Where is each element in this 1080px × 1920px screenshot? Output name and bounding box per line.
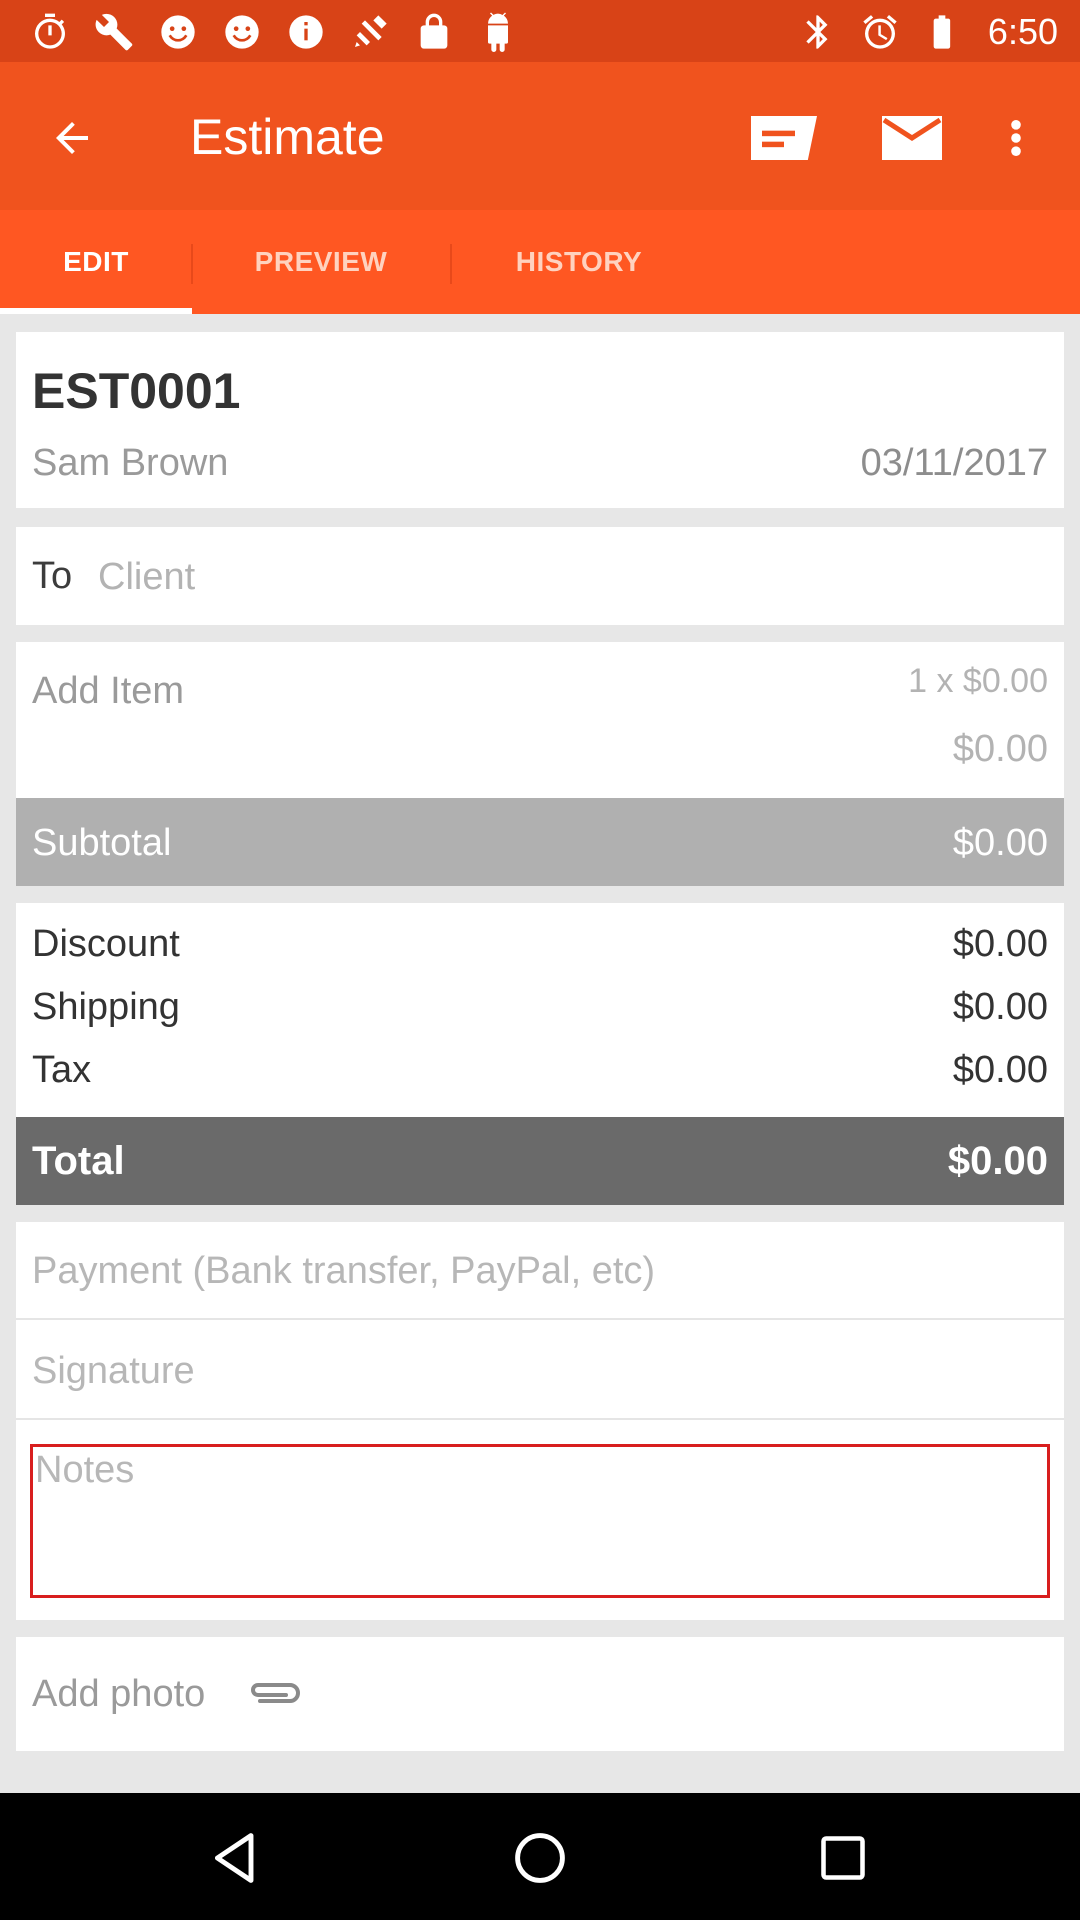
clock: 6:50 [987, 11, 1058, 52]
tax-value: $0.00 [952, 1049, 1048, 1091]
paperclip-icon [251, 1683, 300, 1703]
smiley-icon [156, 10, 200, 54]
home-nav-icon[interactable] [505, 1823, 575, 1893]
tax-row[interactable]: Tax $0.00 [16, 1049, 1064, 1109]
discount-label: Discount [32, 923, 180, 965]
mail-icon[interactable] [876, 106, 948, 170]
shipping-value: $0.00 [952, 986, 1048, 1028]
android-icon [476, 10, 520, 54]
recipient-card: To [16, 527, 1064, 625]
add-photo-row[interactable]: Add photo [16, 1637, 1064, 1751]
tab-preview[interactable]: PREVIEW [192, 210, 450, 314]
active-tab-indicator [0, 308, 192, 314]
subtotal-value: $0.00 [952, 822, 1048, 864]
add-item-row[interactable]: Add Item 1 x $0.00 $0.00 [16, 642, 1064, 798]
app-bar: Estimate [0, 62, 1080, 210]
more-vert-icon[interactable] [986, 106, 1046, 170]
back-nav-icon[interactable] [202, 1823, 272, 1893]
wrench-icon [92, 10, 136, 54]
add-photo-label: Add photo [32, 1673, 206, 1715]
shipping-row[interactable]: Shipping $0.00 [16, 986, 1064, 1046]
navigation-bar [0, 1793, 1080, 1920]
signature-placeholder: Signature [32, 1350, 195, 1392]
smiley-icon [220, 10, 264, 54]
page-title: Estimate [190, 109, 385, 165]
tab-bar: EDIT PREVIEW HISTORY [0, 210, 1080, 314]
payment-field[interactable]: Payment (Bank transfer, PayPal, etc) [16, 1222, 1064, 1320]
estimate-header-card[interactable]: EST0001 Sam Brown 03/11/2017 [16, 332, 1064, 508]
estimate-date: 03/11/2017 [860, 442, 1048, 484]
notes-box [30, 1444, 1050, 1598]
info-icon [284, 10, 328, 54]
details-card: Payment (Bank transfer, PayPal, etc) Sig… [16, 1222, 1064, 1620]
adjustments-card: Discount $0.00 Shipping $0.00 Tax $0.00 [16, 903, 1064, 1117]
lock-icon [412, 10, 456, 54]
to-label: To [32, 555, 73, 597]
add-item-label: Add Item [32, 670, 185, 712]
item-quantity-price: 1 x $0.00 [908, 662, 1048, 700]
document-icon[interactable] [748, 106, 820, 170]
status-bar: 6:50 [0, 0, 1080, 62]
total-label: Total [32, 1139, 125, 1183]
payment-placeholder: Payment (Bank transfer, PayPal, etc) [32, 1250, 656, 1292]
estimate-name: Sam Brown [32, 442, 229, 484]
discount-row[interactable]: Discount $0.00 [16, 923, 1064, 983]
signature-field[interactable]: Signature [16, 1322, 1064, 1420]
estimate-number: EST0001 [32, 363, 241, 419]
bluetooth-icon [796, 10, 840, 54]
satellite-icon [348, 10, 392, 54]
stopwatch-icon [28, 10, 72, 54]
subtotal-label: Subtotal [32, 822, 172, 864]
tab-history[interactable]: HISTORY [452, 210, 706, 314]
recents-nav-icon[interactable] [808, 1823, 878, 1893]
discount-value: $0.00 [952, 923, 1048, 965]
back-arrow-icon[interactable] [40, 106, 104, 170]
client-input[interactable] [98, 549, 1038, 605]
total-value: $0.00 [947, 1139, 1048, 1183]
subtotal-bar: Subtotal $0.00 [16, 798, 1064, 886]
total-bar: Total $0.00 [16, 1117, 1064, 1205]
battery-icon [920, 10, 964, 54]
tax-label: Tax [32, 1049, 92, 1091]
alarm-icon [858, 10, 902, 54]
notes-input[interactable] [33, 1447, 1047, 1595]
item-amount: $0.00 [952, 728, 1048, 770]
shipping-label: Shipping [32, 986, 180, 1028]
tab-edit[interactable]: EDIT [0, 210, 192, 314]
